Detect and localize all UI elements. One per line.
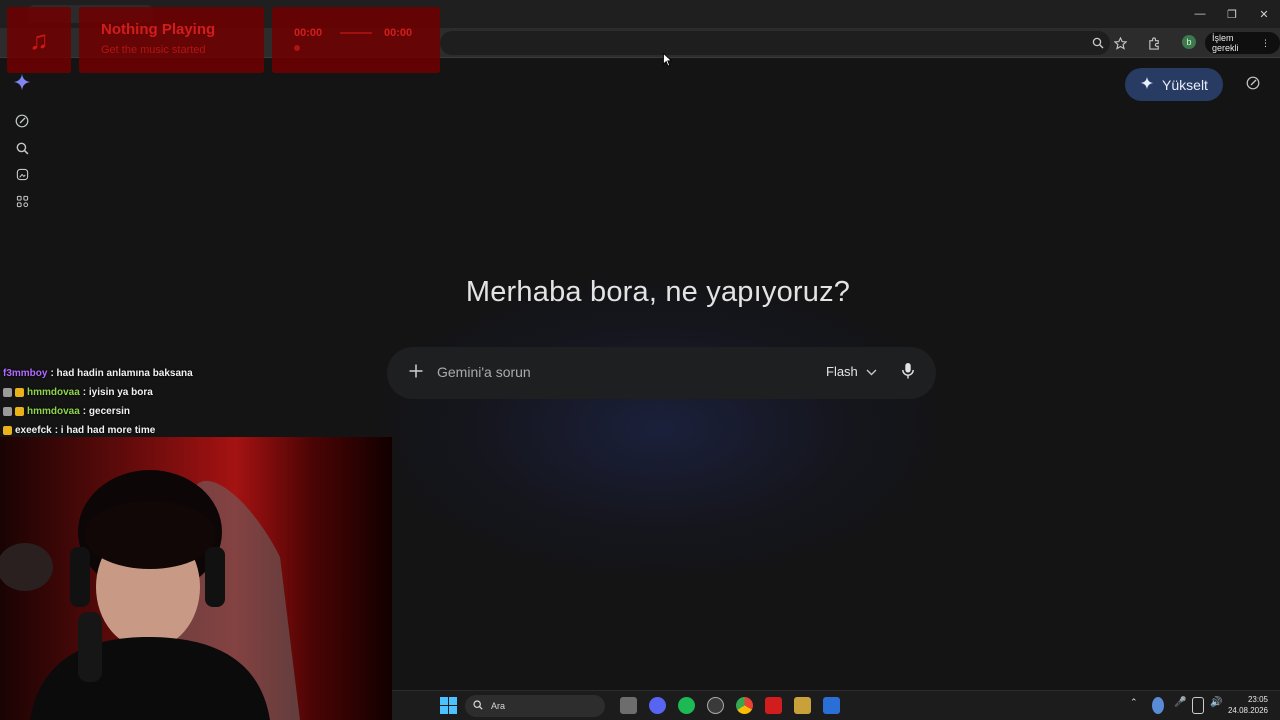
model-selector[interactable]: Flash xyxy=(826,364,877,379)
league-icon[interactable] xyxy=(794,697,811,714)
search-icon[interactable] xyxy=(12,138,32,158)
spotify-icon[interactable] xyxy=(678,697,695,714)
clock-time: 23:05 xyxy=(1247,695,1268,704)
search-icon xyxy=(473,700,483,712)
prompt-input[interactable]: Gemini'a sorun xyxy=(437,364,531,380)
action-required-button[interactable]: İşlem gerekli ⋮ xyxy=(1205,32,1280,54)
chat-text: : i had had more time xyxy=(54,425,156,436)
now-playing-panel: Nothing Playing Get the music started xyxy=(79,7,264,73)
elapsed-time: 00:00 xyxy=(294,27,323,39)
webcam-feed xyxy=(0,437,392,720)
chevron-down-icon xyxy=(866,364,877,379)
progress-dot xyxy=(294,45,300,51)
discord-icon[interactable] xyxy=(649,697,666,714)
chat-username: hmmdovaa xyxy=(27,387,80,398)
chat-badge xyxy=(3,388,12,397)
mouse-cursor-icon xyxy=(663,52,673,67)
model-label: Flash xyxy=(826,364,858,379)
taskbar-search[interactable]: Ara xyxy=(465,695,605,717)
gemini-sparkle-icon[interactable] xyxy=(12,72,32,92)
new-chat-icon[interactable] xyxy=(12,111,32,131)
network-icon[interactable] xyxy=(1192,697,1204,714)
chevron-up-icon[interactable]: ⌃ xyxy=(1130,697,1140,714)
bookmark-star-icon[interactable] xyxy=(1111,34,1129,52)
chat-badge xyxy=(15,407,24,416)
apps-grid-icon[interactable] xyxy=(12,191,32,211)
greeting-heading: Merhaba bora, ne yapıyoruz? xyxy=(465,276,851,308)
app-blue-icon[interactable] xyxy=(823,697,840,714)
file-explorer-icon[interactable] xyxy=(620,697,637,714)
background-glow xyxy=(380,278,940,578)
music-note-icon: ♫ xyxy=(7,7,71,73)
chat-text: : had hadin anlamına baksana xyxy=(50,368,193,379)
chat-username: exeefck xyxy=(15,425,52,436)
zoom-icon[interactable] xyxy=(1089,34,1107,52)
now-playing-title: Nothing Playing xyxy=(101,21,216,38)
action-required-label: İşlem gerekli xyxy=(1212,33,1239,53)
chrome-icon[interactable] xyxy=(736,697,753,714)
onedrive-icon[interactable] xyxy=(1152,697,1164,714)
restore-button[interactable]: ❐ xyxy=(1216,0,1248,28)
chat-badge xyxy=(3,407,12,416)
chat-username: f3mmboy xyxy=(3,368,48,379)
chat-message: hmmdovaa : gecersin xyxy=(3,402,383,421)
more-menu-icon: ⋮ xyxy=(1261,37,1270,48)
streamer-silhouette xyxy=(0,470,300,720)
edit-icon[interactable] xyxy=(1246,76,1264,94)
extensions-icon[interactable] xyxy=(1145,34,1163,52)
address-bar[interactable] xyxy=(440,31,1110,55)
window-controls: — ❐ ✕ xyxy=(1184,0,1280,28)
chat-message: f3mmboy : had hadin anlamına baksana xyxy=(3,364,383,383)
profile-avatar[interactable]: b xyxy=(1182,35,1196,49)
chat-badge xyxy=(15,388,24,397)
now-playing-progress: 00:00 00:00 xyxy=(272,7,440,73)
upgrade-button[interactable]: Yükselt xyxy=(1125,68,1223,101)
steam-icon[interactable] xyxy=(707,697,724,714)
close-button[interactable]: ✕ xyxy=(1248,0,1280,28)
chat-badge xyxy=(3,426,12,435)
microphone-icon[interactable] xyxy=(901,362,919,382)
total-time: 00:00 xyxy=(384,27,413,39)
microphone-icon[interactable]: 🎤 xyxy=(1174,697,1186,714)
minimize-button[interactable]: — xyxy=(1184,0,1216,28)
start-windows-icon[interactable] xyxy=(440,697,457,714)
taskbar-search-label: Ara xyxy=(491,701,506,711)
volume-icon[interactable]: 🔊 xyxy=(1210,697,1222,714)
clock-date: 24.08.2026 xyxy=(1227,706,1268,715)
chat-text: : iyisin ya bora xyxy=(82,387,153,398)
prompt-box[interactable]: Gemini'a sorun Flash xyxy=(387,347,936,399)
sparkle-icon xyxy=(1140,76,1154,93)
now-playing-subtitle: Get the music started xyxy=(101,44,206,56)
add-attachment-icon[interactable] xyxy=(407,362,427,382)
stream-chat: f3mmboy : had hadin anlamına baksana hmm… xyxy=(3,364,383,440)
gallery-icon[interactable] xyxy=(12,164,32,184)
progress-bar xyxy=(340,32,372,34)
app-red-icon[interactable] xyxy=(765,697,782,714)
clock[interactable]: 23:05 24.08.2026 xyxy=(1228,694,1268,716)
upgrade-label: Yükselt xyxy=(1162,76,1208,93)
chat-message: hmmdovaa : iyisin ya bora xyxy=(3,383,383,402)
taskbar: Ara ⌃ 🎤 🔊 23:05 24.08.2026 xyxy=(392,690,1280,720)
chat-username: hmmdovaa xyxy=(27,406,80,417)
chat-text: : gecersin xyxy=(82,406,131,417)
